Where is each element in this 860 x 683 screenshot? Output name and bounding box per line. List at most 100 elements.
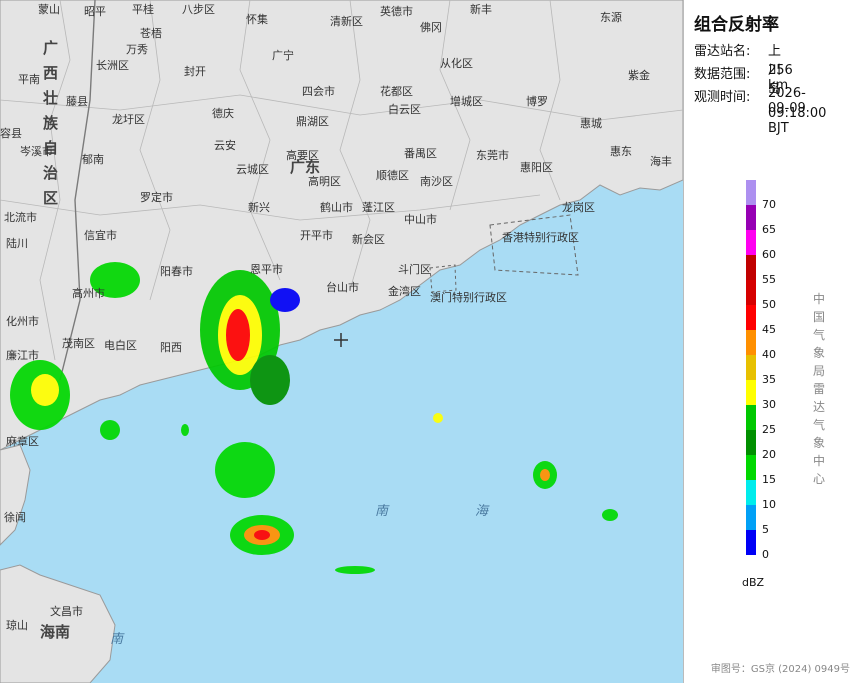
range-label: 数据范围: [694,67,751,82]
province-label-hainan: 海南 [40,623,71,641]
city-label: 罗定市 [140,191,173,204]
city-label: 陆川 [6,237,28,250]
legend-unit: dBZ [742,576,765,589]
city-label: 岑溪市 [20,145,53,158]
city-label: 容县 [0,127,22,140]
legend-tick-label: 50 [762,298,776,311]
city-label: 广宁 [272,49,294,62]
legend-swatch [746,405,756,430]
legend-tick-label: 70 [762,198,776,211]
time-row: 观测时间: 2026-09-09 [694,86,806,116]
city-label: 新丰 [470,3,492,16]
city-label: 万秀 [126,43,148,56]
legend-swatch [746,505,756,530]
city-label: 惠东 [610,145,632,158]
city-label: 平南 [18,73,40,86]
city-label: 东莞市 [476,149,509,162]
legend-swatch [746,205,756,230]
legend-tick-label: 0 [762,548,769,561]
city-label: 清新区 [330,15,363,28]
city-label: 龙圩区 [112,113,145,126]
map-graphic [0,0,683,683]
city-label: 鼎湖区 [296,115,329,128]
info-panel: 组合反射率 雷达站名: 上川岛 数据范围: 256 km 观测时间: 2026-… [684,0,860,683]
city-label: 澳门特别行政区 [430,291,507,304]
legend-swatch [746,230,756,255]
city-label: 麻章区 [6,435,39,448]
legend-swatch [746,305,756,330]
city-label: 长洲区 [96,59,129,72]
city-label: 番禺区 [404,147,437,160]
legend-swatch [746,380,756,405]
legend-swatch [746,255,756,280]
city-label: 藤县 [66,95,88,108]
radar-station-marker [334,333,348,347]
city-label: 电白区 [104,339,137,352]
legend-swatch [746,430,756,455]
province-label-guangxi: 广西壮族自治区 [41,40,59,215]
city-label: 平桂 [132,3,154,16]
city-label: 惠阳区 [520,161,553,174]
city-label: 斗门区 [398,263,431,276]
city-label: 阳春市 [160,265,193,278]
city-label: 恩平市 [250,263,283,276]
leizhou-peninsula [0,444,31,546]
legend-swatch [746,530,756,555]
city-label: 德庆 [212,107,234,120]
legend-tick-label: 20 [762,448,776,461]
city-label: 高州市 [72,287,105,300]
city-label: 香港特别行政区 [502,231,579,244]
city-label: 东源 [600,11,622,24]
city-label: 化州市 [6,315,39,328]
time-clock: 09:18:00 BJT [768,106,827,136]
legend-swatch [746,355,756,380]
city-label: 鹤山市 [320,201,353,214]
legend-swatch [746,330,756,355]
station-label: 雷达站名: [694,44,751,59]
city-label: 花都区 [380,85,413,98]
city-label: 博罗 [526,95,548,108]
radar-map[interactable]: 广西壮族自治区 广东 海南 南 海 南 蒙山 昭平 平桂 八步区 怀集 英德市 新丰 苍梧 万秀… [0,0,684,683]
range-row: 数据范围: 256 km [694,63,793,93]
city-label: 昭平 [84,5,106,18]
city-label: 北流市 [4,211,37,224]
sea-label: 南 [110,632,124,647]
city-label: 云城区 [236,163,269,176]
city-label: 中山市 [404,213,437,226]
legend-tick-label: 25 [762,423,776,436]
legend-tick-label: 10 [762,498,776,511]
city-label: 高要区 [286,149,319,162]
legend-tick-label: 65 [762,223,776,236]
city-label: 新兴 [248,201,270,214]
legend-tick-label: 15 [762,473,776,486]
city-label: 封开 [184,65,206,78]
city-label: 琼山 [6,619,28,632]
radar-view: 广西壮族自治区 广东 海南 南 海 南 蒙山 昭平 平桂 八步区 怀集 英德市 新丰 苍梧 万秀… [0,0,860,683]
city-label: 高明区 [308,175,341,188]
city-label: 英德市 [380,5,413,18]
city-label: 龙岗区 [562,201,595,214]
legend-tick-label: 55 [762,273,776,286]
city-label: 新会区 [352,233,385,246]
city-label: 南沙区 [420,175,453,188]
city-label: 白云区 [388,103,421,116]
organization-label: 中国气象局雷达气象中心 [812,292,825,486]
province-label-guangdong: 广东 [290,158,321,176]
legend-swatch [746,180,756,205]
city-label: 紫金 [628,69,650,82]
city-label: 顺德区 [376,169,409,182]
legend-tick-label: 60 [762,248,776,261]
city-label: 金湾区 [388,285,421,298]
legend-tick-label: 35 [762,373,776,386]
city-label: 蒙山 [38,3,60,16]
city-label: 八步区 [182,3,215,16]
product-title: 组合反射率 [694,15,779,35]
city-label: 台山市 [326,281,359,294]
legend-tick-label: 40 [762,348,776,361]
city-label: 怀集 [246,13,268,26]
city-label: 增城区 [450,95,483,108]
city-label: 徐闻 [4,511,26,524]
city-label: 四会市 [302,85,335,98]
legend-swatch [746,480,756,505]
sea-label: 海 [475,504,489,519]
